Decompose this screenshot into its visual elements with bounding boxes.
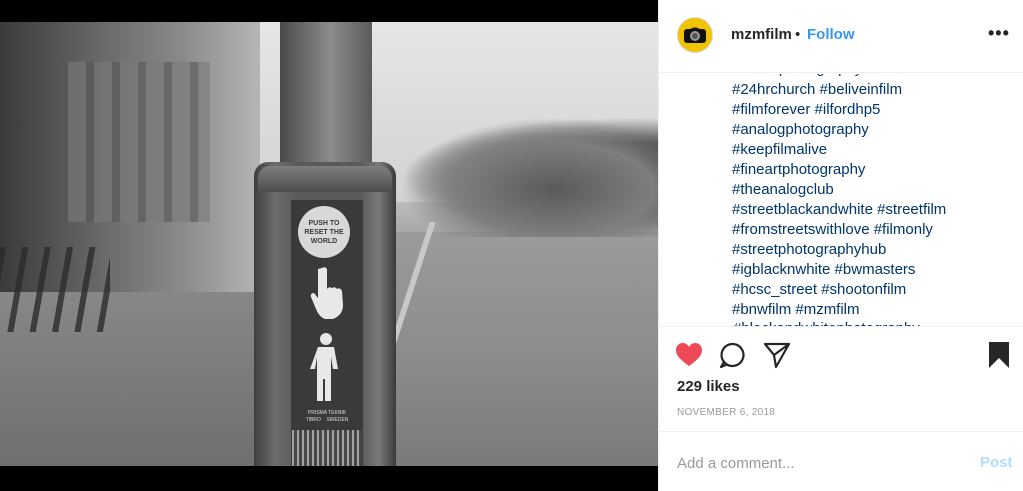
- hashtag-line[interactable]: #filmforever #ilfordhp5: [732, 100, 1012, 120]
- hashtag-list: #24hrchurch #beliveinfilm #filmforever #…: [732, 80, 1012, 320]
- comment-icon[interactable]: [719, 341, 747, 369]
- post-actions: 229 likes NOVEMBER 6, 2018: [659, 326, 1023, 431]
- post-header: mzmfilm • Follow •••: [659, 0, 1023, 73]
- pedestrian-icon: [310, 333, 338, 401]
- crossing-button-box: PUSH TO RESET THE WORLD PRISMA TEKNIK TI…: [254, 162, 396, 466]
- speaker-grill: [292, 430, 362, 466]
- reset-world-sticker: PUSH TO RESET THE WORLD: [298, 206, 350, 258]
- clipped-text-top: #streetphotography: [733, 74, 862, 77]
- comment-bar: Post: [659, 431, 1023, 491]
- post-comment-button[interactable]: Post: [980, 454, 1013, 471]
- bookmark-icon[interactable]: [985, 341, 1013, 369]
- hashtag-line[interactable]: #bnwfilm #mzmfilm: [732, 300, 1012, 320]
- follow-button[interactable]: Follow: [807, 26, 855, 43]
- photo-chairs: [0, 247, 110, 332]
- avatar[interactable]: [677, 17, 713, 53]
- hashtag-line[interactable]: #streetphotographyhub: [732, 240, 1012, 260]
- post-photo-area: PUSH TO RESET THE WORLD PRISMA TEKNIK TI…: [0, 0, 658, 491]
- hashtag-line[interactable]: #streetblackandwhite #streetfilm: [732, 200, 1012, 220]
- separator-dot: •: [795, 26, 801, 43]
- box-brand-label: PRISMA TEKNIK TIBRO SWEDEN: [305, 410, 349, 423]
- heart-icon[interactable]: [675, 341, 703, 369]
- hashtag-line[interactable]: #fineartphotography: [732, 160, 1012, 180]
- photo-pole: [280, 22, 372, 172]
- username-link[interactable]: mzmfilm: [731, 26, 792, 43]
- hashtag-line[interactable]: #theanalogclub: [732, 180, 1012, 200]
- more-options-icon[interactable]: •••: [988, 23, 1010, 44]
- likes-count[interactable]: 229 likes: [677, 378, 740, 395]
- post-sidebar: mzmfilm • Follow ••• #streetphotography …: [658, 0, 1023, 491]
- post-date: NOVEMBER 6, 2018: [677, 407, 776, 418]
- caption-scroll-area[interactable]: #streetphotography #24hrchurch #belivein…: [659, 74, 1023, 326]
- pointing-hand-icon: [310, 267, 343, 319]
- post-photo[interactable]: PUSH TO RESET THE WORLD PRISMA TEKNIK TI…: [0, 22, 658, 466]
- hashtag-line[interactable]: #igblacknwhite #bwmasters: [732, 260, 1012, 280]
- hashtag-line[interactable]: #analogphotography: [732, 120, 1012, 140]
- hashtag-line[interactable]: #keepfilmalive: [732, 140, 1012, 160]
- photo-trees: [400, 117, 658, 237]
- share-icon[interactable]: [763, 341, 791, 369]
- hashtag-line[interactable]: #hcsc_street #shootonfilm: [732, 280, 1012, 300]
- comment-input[interactable]: [677, 452, 947, 474]
- hashtag-line[interactable]: #24hrchurch #beliveinfilm: [732, 80, 1012, 100]
- hashtag-line[interactable]: #fromstreetswithlove #filmonly: [732, 220, 1012, 240]
